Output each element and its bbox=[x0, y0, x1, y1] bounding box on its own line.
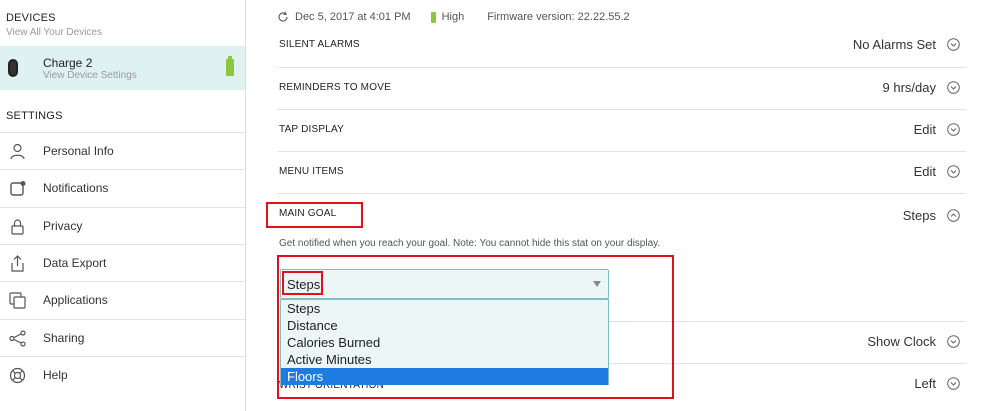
setting-title: SILENT ALARMS bbox=[279, 39, 360, 50]
main-goal-note: Get notified when you reach your goal. N… bbox=[279, 238, 661, 249]
selected-value-highlight bbox=[282, 271, 323, 295]
sidebar-item-label: Applications bbox=[43, 293, 108, 307]
dropdown-highlight bbox=[277, 255, 674, 399]
setting-value: Edit bbox=[913, 164, 936, 179]
setting-silent-alarms[interactable]: SILENT ALARMS No Alarms Set bbox=[277, 25, 966, 67]
sidebar-item-sharing[interactable]: Sharing bbox=[0, 319, 245, 356]
setting-value: Steps bbox=[902, 208, 936, 223]
sidebar-item-applications[interactable]: Applications bbox=[0, 281, 245, 318]
chevron-up-icon[interactable] bbox=[947, 209, 960, 222]
sync-icon[interactable] bbox=[277, 11, 289, 23]
person-icon bbox=[10, 143, 25, 160]
sidebar-item-notifications[interactable]: Notifications bbox=[0, 169, 245, 206]
sidebar-item-label: Help bbox=[43, 368, 68, 382]
lock-icon bbox=[11, 219, 24, 235]
device-name: Charge 2 bbox=[43, 56, 93, 70]
main-goal-highlight bbox=[266, 202, 363, 228]
sidebar-item-data-export[interactable]: Data Export bbox=[0, 244, 245, 281]
chevron-down-icon[interactable] bbox=[947, 377, 960, 390]
export-icon bbox=[11, 255, 24, 272]
firmware-version: Firmware version: 22.22.55.2 bbox=[487, 11, 630, 23]
sidebar-item-personal-info[interactable]: Personal Info bbox=[0, 132, 245, 169]
chevron-down-icon[interactable] bbox=[947, 123, 960, 136]
sidebar: DEVICES View All Your Devices Charge 2 V… bbox=[0, 0, 246, 411]
device-settings-link: View Device Settings bbox=[43, 70, 137, 81]
battery-level: High bbox=[441, 11, 465, 23]
sidebar-item-privacy[interactable]: Privacy bbox=[0, 207, 245, 244]
notification-icon bbox=[10, 181, 26, 196]
setting-title: MENU ITEMS bbox=[279, 166, 344, 177]
last-sync-time: Dec 5, 2017 at 4:01 PM bbox=[295, 11, 411, 23]
sidebar-item-label: Privacy bbox=[43, 219, 83, 233]
settings-heading: SETTINGS bbox=[6, 110, 63, 122]
sidebar-item-label: Sharing bbox=[43, 331, 85, 345]
devices-heading: DEVICES bbox=[6, 12, 56, 24]
setting-title: TAP DISPLAY bbox=[279, 124, 345, 135]
setting-value: Left bbox=[914, 376, 936, 391]
device-status-bar: Dec 5, 2017 at 4:01 PM High Firmware ver… bbox=[277, 8, 630, 26]
setting-value: Show Clock bbox=[867, 334, 936, 349]
setting-value: No Alarms Set bbox=[852, 37, 936, 52]
device-settings-panel: Dec 5, 2017 at 4:01 PM High Firmware ver… bbox=[247, 0, 998, 411]
sidebar-item-label: Notifications bbox=[43, 181, 109, 195]
share-icon bbox=[9, 330, 26, 347]
chevron-down-icon[interactable] bbox=[947, 165, 960, 178]
setting-reminders-to-move[interactable]: REMINDERS TO MOVE 9 hrs/day bbox=[277, 67, 966, 109]
view-all-devices-link[interactable]: View All Your Devices bbox=[6, 27, 102, 38]
chevron-down-icon[interactable] bbox=[947, 81, 960, 94]
setting-tap-display[interactable]: TAP DISPLAY Edit bbox=[277, 109, 966, 151]
device-charge-2[interactable]: Charge 2 View Device Settings bbox=[0, 46, 245, 90]
chevron-down-icon[interactable] bbox=[947, 335, 960, 348]
help-icon bbox=[9, 367, 26, 384]
tracker-icon bbox=[8, 59, 18, 77]
setting-title: REMINDERS TO MOVE bbox=[279, 82, 391, 93]
sidebar-item-help[interactable]: Help bbox=[0, 356, 245, 411]
applications-icon bbox=[9, 292, 26, 309]
chevron-down-icon[interactable] bbox=[947, 38, 960, 51]
setting-menu-items[interactable]: MENU ITEMS Edit bbox=[277, 151, 966, 193]
battery-icon bbox=[226, 56, 234, 76]
sidebar-item-label: Personal Info bbox=[43, 144, 114, 158]
sidebar-item-label: Data Export bbox=[43, 256, 107, 270]
setting-value: Edit bbox=[913, 122, 936, 137]
battery-level-icon bbox=[430, 11, 436, 23]
setting-value: 9 hrs/day bbox=[882, 80, 936, 95]
